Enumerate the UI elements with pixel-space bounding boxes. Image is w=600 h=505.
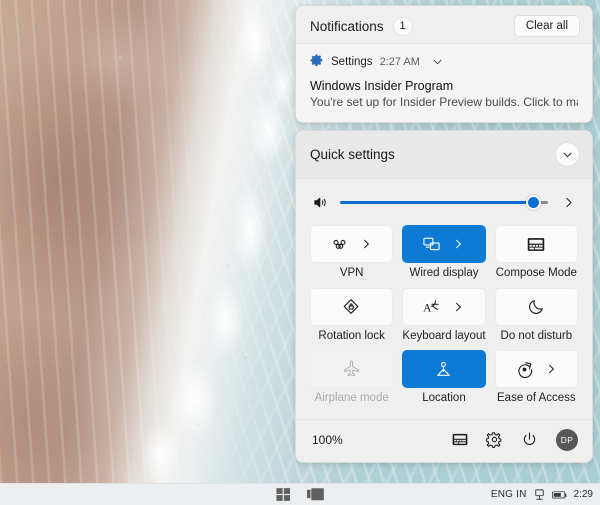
taskbar-clock[interactable]: 2:29 [574, 489, 593, 500]
quick-setting-tile-airplane-mode[interactable] [310, 350, 393, 388]
chevron-right-icon[interactable] [451, 237, 465, 251]
quick-settings-tile-grid: VPN Wired display Compose Mode Rotation loc… [308, 223, 580, 411]
quick-setting-tile-label: Location [422, 392, 465, 405]
battery-icon[interactable] [552, 490, 567, 500]
chevron-right-icon[interactable] [559, 195, 576, 210]
quick-setting-tile-label: Wired display [409, 267, 478, 280]
quick-setting-tile-cell: Ease of Access [495, 350, 578, 405]
taskbar-center-group [276, 487, 324, 502]
quick-settings-card: Quick settings [295, 130, 593, 463]
chevron-right-icon[interactable] [544, 362, 558, 376]
quick-setting-tile-compose-mode[interactable] [495, 225, 578, 263]
volume-slider-fill [340, 201, 533, 204]
power-icon[interactable] [521, 431, 538, 448]
notifications-header: Notifications 1 Clear all [296, 6, 592, 43]
notification-app-row: Settings 2:27 AM [310, 53, 578, 70]
svg-text:A: A [424, 302, 432, 314]
quick-settings-body: VPN Wired display Compose Mode Rotation loc… [296, 179, 592, 419]
notification-center-flyout: Notifications 1 Clear all Settings 2:27 … [295, 5, 593, 463]
chevron-right-icon[interactable] [451, 300, 465, 314]
vpn-icon [330, 235, 349, 254]
quick-setting-tile-cell: VPN [310, 225, 393, 280]
volume-slider-thumb[interactable] [526, 195, 541, 210]
notification-app-name: Settings [331, 56, 373, 68]
quick-setting-tile-do-not-disturb[interactable] [495, 288, 578, 326]
quick-setting-tile-label: VPN [340, 267, 364, 280]
footer-icon-group: DP [452, 429, 578, 451]
quick-setting-tile-cell: Wired display [402, 225, 485, 280]
quick-settings-header: Quick settings [296, 131, 592, 179]
chevron-down-icon[interactable] [555, 142, 580, 167]
avatar[interactable]: DP [556, 429, 578, 451]
gear-icon[interactable] [486, 431, 503, 448]
quick-setting-tile-label: Ease of Access [497, 392, 576, 405]
location-icon [434, 360, 453, 379]
quick-setting-tile-cell: Do not disturb [495, 288, 578, 343]
gear-icon [310, 53, 324, 70]
notifications-title: Notifications [310, 19, 384, 34]
moon-icon [527, 297, 546, 316]
volume-slider-row [308, 189, 580, 223]
quick-setting-tile-label: Do not disturb [501, 330, 573, 343]
quick-setting-tile-cell: Location [402, 350, 485, 405]
quick-setting-tile-cell: Compose Mode [495, 225, 578, 280]
compose-mode-icon [527, 237, 545, 252]
quick-setting-tile-ease-of-access[interactable] [495, 350, 578, 388]
quick-setting-tile-label: Compose Mode [496, 267, 577, 280]
quick-setting-tile-keyboard-layout[interactable]: A [402, 288, 485, 326]
quick-settings-title: Quick settings [310, 147, 395, 162]
quick-setting-tile-cell: Airplane mode [310, 350, 393, 405]
keyboard-icon[interactable] [452, 433, 468, 446]
rotation-lock-icon [342, 297, 361, 316]
windows-start-icon[interactable] [276, 487, 291, 502]
quick-setting-tile-label: Rotation lock [318, 330, 384, 343]
quick-setting-tile-vpn[interactable] [310, 225, 393, 263]
keyboard-layout-icon: A [422, 297, 441, 316]
notification-title: Windows Insider Program [310, 79, 578, 93]
quick-setting-tile-cell: A Keyboard layout [402, 288, 485, 343]
volume-slider[interactable] [340, 195, 548, 211]
clear-all-button[interactable]: Clear all [514, 15, 580, 37]
wired-display-icon [422, 235, 441, 254]
notifications-card: Notifications 1 Clear all Settings 2:27 … [295, 5, 593, 123]
quick-setting-tile-label: Airplane mode [315, 392, 389, 405]
task-view-icon[interactable] [307, 488, 324, 502]
notification-body: You're set up for Insider Preview builds… [310, 95, 578, 109]
chevron-down-icon[interactable] [431, 55, 444, 68]
system-tray: ENG IN 2:29 [491, 489, 593, 501]
ease-of-access-icon [515, 360, 534, 379]
quick-setting-tile-cell: Rotation lock [310, 288, 393, 343]
network-icon[interactable] [534, 489, 545, 501]
taskbar: ENG IN 2:29 [0, 483, 600, 505]
quick-setting-tile-wired-display[interactable] [402, 225, 485, 263]
volume-speaker-icon [312, 194, 329, 211]
battery-percentage: 100% [312, 433, 343, 447]
notifications-count-badge: 1 [393, 17, 413, 36]
language-indicator[interactable]: ENG IN [491, 489, 527, 500]
chevron-right-icon[interactable] [359, 237, 373, 251]
notification-item[interactable]: Settings 2:27 AM Windows Insider Program… [296, 43, 592, 122]
airplane-icon [342, 360, 361, 379]
quick-setting-tile-rotation-lock[interactable] [310, 288, 393, 326]
quick-settings-footer: 100% [296, 419, 592, 462]
desktop-screen: Notifications 1 Clear all Settings 2:27 … [0, 0, 600, 505]
quick-setting-tile-location[interactable] [402, 350, 485, 388]
quick-setting-tile-label: Keyboard layout [402, 330, 485, 343]
notification-timestamp: 2:27 AM [380, 56, 420, 68]
